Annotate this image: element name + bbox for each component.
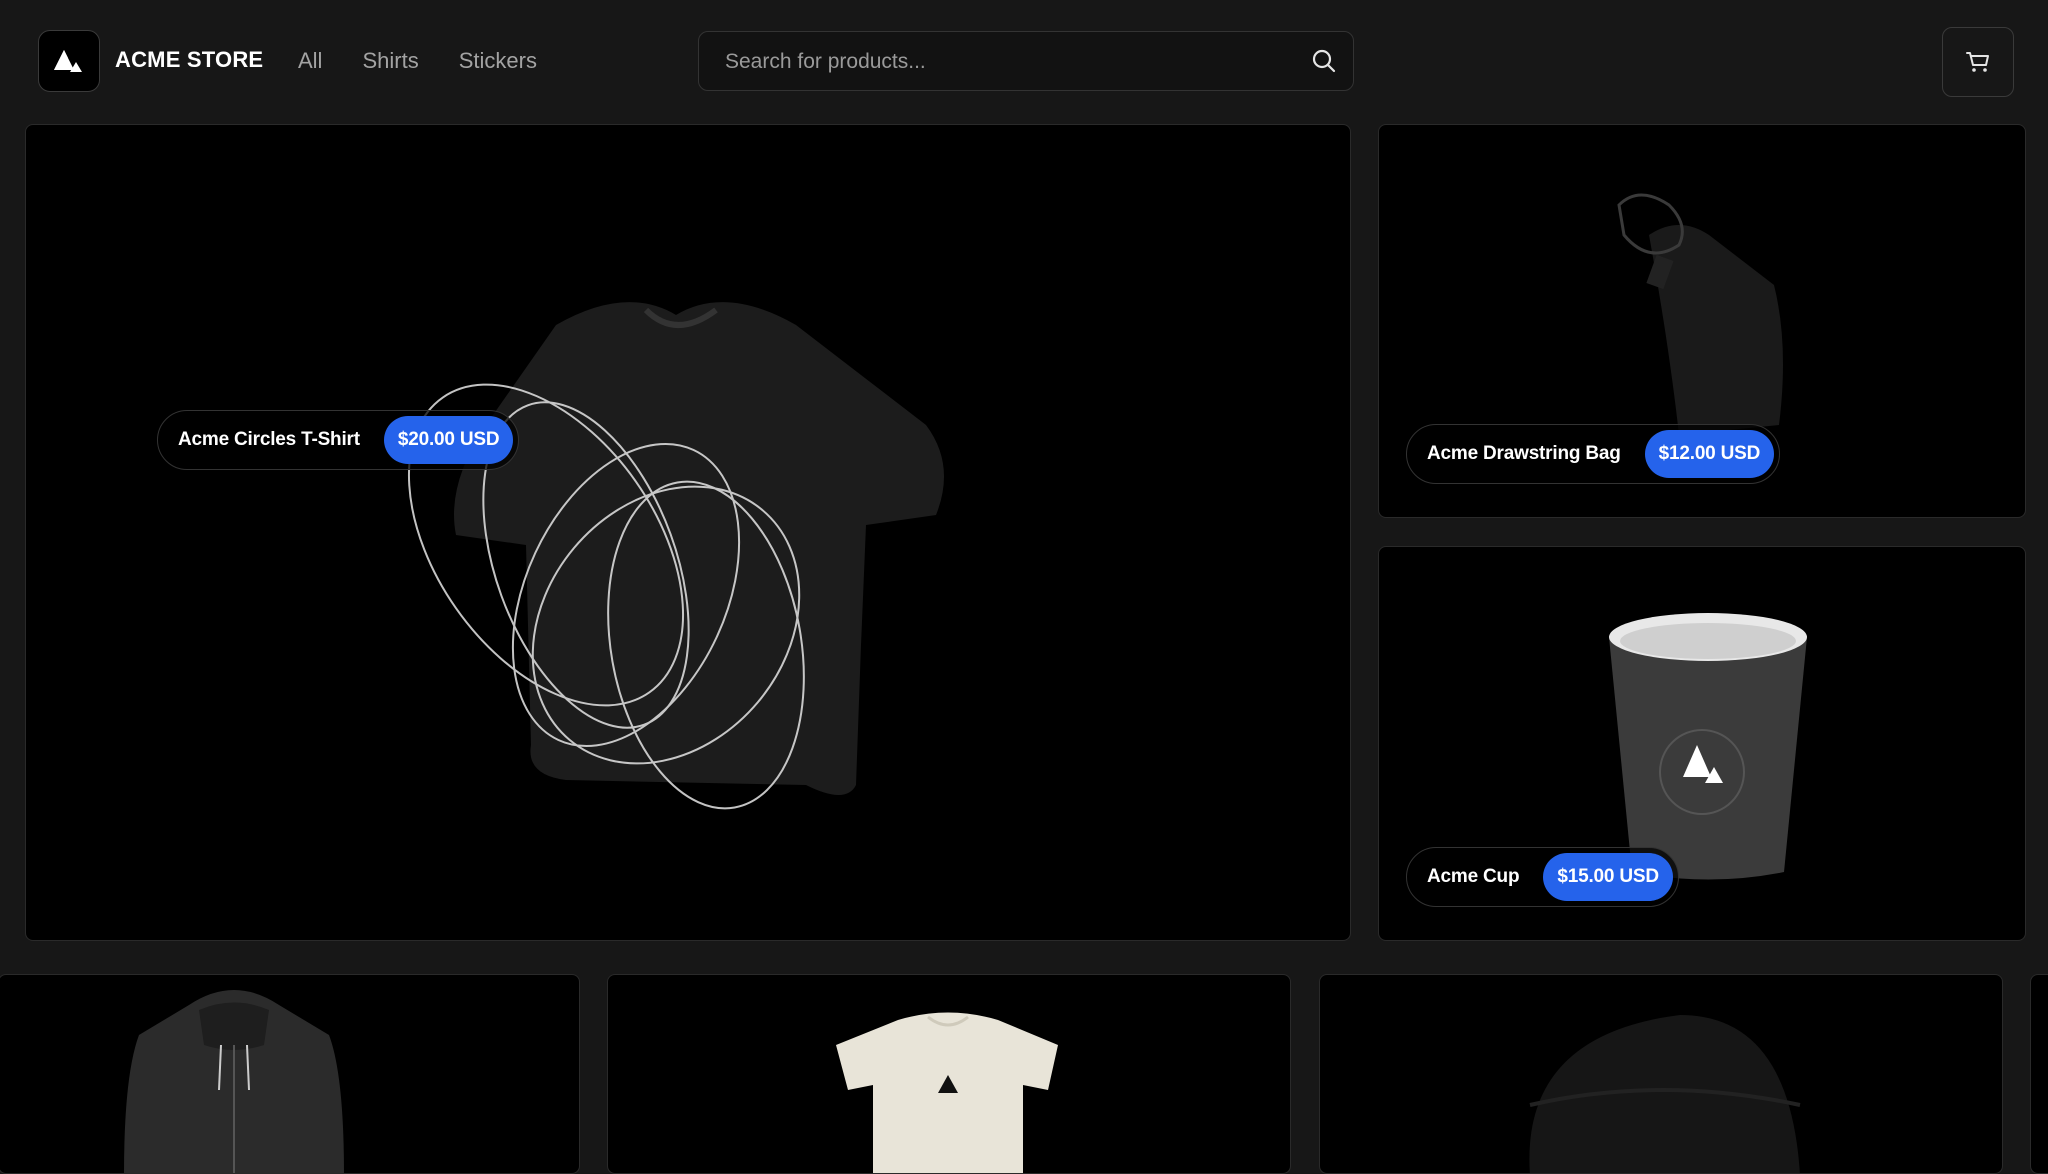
cart-icon — [1966, 52, 1989, 72]
carousel-item-beanie[interactable] — [1319, 974, 2003, 1174]
product-name: Acme Drawstring Bag — [1427, 443, 1621, 464]
acme-logo-icon — [54, 50, 82, 72]
product-label: Acme Drawstring Bag $12.00 USD — [1406, 424, 1781, 484]
nav-stickers[interactable]: Stickers — [459, 48, 537, 74]
search-icon[interactable] — [1311, 48, 1337, 74]
main-nav: All Shirts Stickers — [298, 48, 537, 74]
product-label: Acme Circles T-Shirt $20.00 USD — [157, 410, 520, 470]
carousel-item-hoodie[interactable] — [0, 974, 580, 1174]
product-label: Acme Cup $15.00 USD — [1406, 847, 1679, 907]
beanie-image — [1529, 1015, 1801, 1173]
cart-button[interactable] — [1942, 27, 2014, 97]
store-name[interactable]: ACME STORE — [115, 47, 263, 73]
onesie-image — [836, 1012, 1058, 1173]
tshirt-image — [407, 302, 944, 810]
product-name: Acme Circles T-Shirt — [178, 429, 360, 450]
product-tile-featured[interactable]: Acme Circles T-Shirt $20.00 USD — [25, 124, 1351, 941]
product-price: $20.00 USD — [383, 416, 514, 464]
product-name: Acme Cup — [1427, 866, 1520, 887]
nav-all[interactable]: All — [298, 48, 322, 74]
product-price: $15.00 USD — [1543, 853, 1673, 901]
product-price: $12.00 USD — [1644, 430, 1775, 478]
carousel-item-onesie[interactable] — [607, 974, 1291, 1174]
product-tile-bag[interactable]: Acme Drawstring Bag $12.00 USD — [1378, 124, 2026, 518]
carousel-item-partial[interactable] — [2030, 974, 2048, 1174]
nav-shirts[interactable]: Shirts — [362, 48, 418, 74]
product-tile-cup[interactable]: Acme Cup $15.00 USD — [1378, 546, 2026, 941]
search-box — [698, 31, 1354, 92]
site-header: ACME STORE All Shirts Stickers — [0, 0, 2048, 124]
hoodie-image — [124, 990, 344, 1173]
logo-button[interactable] — [38, 30, 100, 92]
search-input[interactable] — [699, 32, 1307, 92]
